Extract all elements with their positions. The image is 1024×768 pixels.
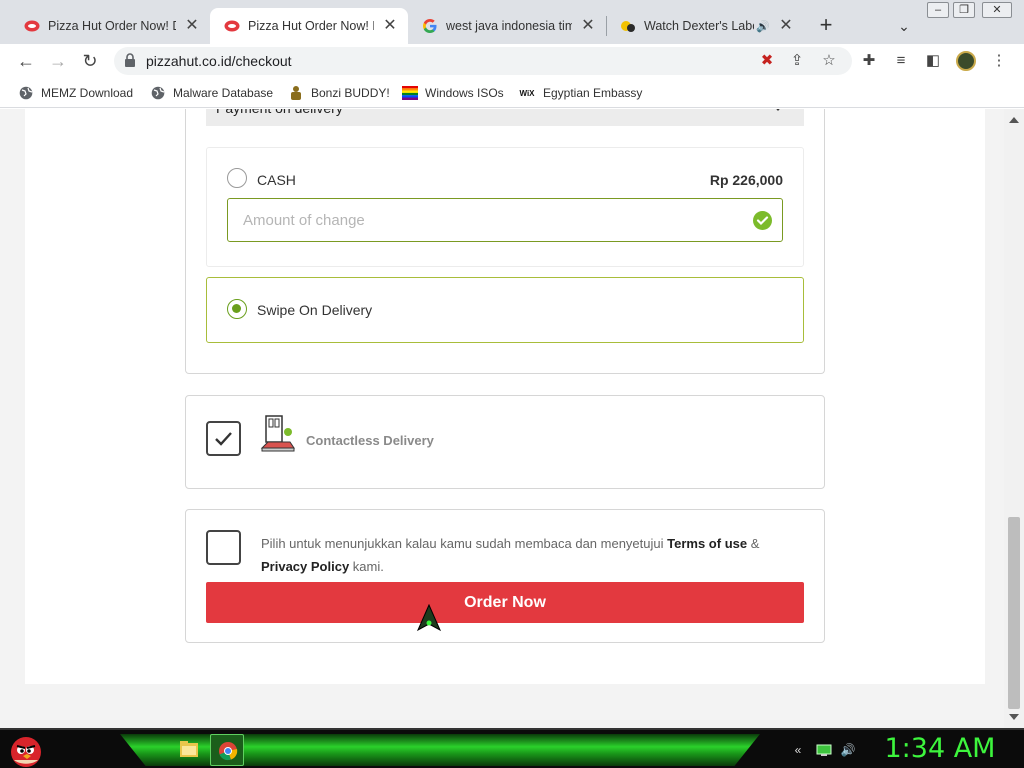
media-control-icon[interactable]: ≡ [892, 52, 910, 70]
close-tab-icon[interactable]: ✕ [578, 16, 598, 36]
reload-icon[interactable]: ↻ [78, 49, 102, 73]
terms-order-card: Pilih untuk menunjukkan kalau kamu sudah… [185, 509, 825, 643]
scroll-up-arrow-icon[interactable] [1009, 117, 1019, 123]
taskbar: « 🔊 1:34 AM [0, 728, 1024, 768]
side-panel-icon[interactable]: ◧ [924, 52, 942, 70]
tray-chevron-icon[interactable]: « [790, 742, 806, 758]
close-tab-icon[interactable]: ✕ [776, 16, 796, 36]
bookmark-malware-database[interactable]: Malware Database [150, 85, 273, 101]
video-site-icon [620, 18, 636, 34]
menu-kebab-icon[interactable]: ⋮ [990, 52, 1008, 70]
amount-of-change-input[interactable]: Amount of change [227, 198, 783, 242]
tab-dexters-lab[interactable]: Watch Dexter's Labora 🔊 ✕ [606, 8, 804, 44]
volume-icon[interactable]: 🔊 [840, 742, 856, 758]
payment-header: Payment on delivery [216, 109, 343, 117]
cash-option: CASH Rp 226,000 Amount of change [206, 147, 804, 267]
cash-label: CASH [257, 172, 296, 188]
tab-pizza-hut-1[interactable]: Pizza Hut Order Now! De ✕ [10, 8, 210, 44]
globe-icon [150, 85, 166, 101]
start-angry-bird-icon[interactable] [4, 730, 48, 768]
bookmark-label: Malware Database [173, 86, 274, 100]
swipe-radio[interactable] [227, 299, 247, 319]
tab-title: Pizza Hut Order Now! De [48, 19, 176, 33]
pizza-hut-icon [224, 18, 240, 34]
bookmark-label: MEMZ Download [41, 86, 134, 100]
blocked-content-icon[interactable]: ✖ [758, 52, 776, 70]
terms-of-use-link[interactable]: Terms of use [667, 536, 747, 551]
payment-card: Payment on delivery CASH Rp 226,000 Amou… [185, 109, 825, 374]
tab-search-chevron-down-icon[interactable]: ⌄ [894, 14, 914, 38]
terms-amp: & [750, 536, 760, 551]
rainbow-flag-icon [402, 85, 418, 101]
pizza-hut-icon [24, 18, 40, 34]
bookmark-label: Bonzi BUDDY! [311, 86, 390, 100]
door-delivery-icon [260, 414, 298, 454]
page-viewport: Payment on delivery CASH Rp 226,000 Amou… [0, 109, 1004, 728]
order-now-button[interactable]: Order Now [206, 582, 804, 623]
bookmark-label: Windows ISOs [425, 86, 504, 100]
cash-radio[interactable] [227, 168, 247, 188]
bonzi-icon [288, 85, 304, 101]
new-tab-button[interactable]: + [814, 14, 838, 38]
bookmark-egyptian-embassy[interactable]: WiX Egyptian Embassy [518, 85, 642, 101]
share-icon[interactable]: ⇪ [788, 52, 806, 70]
extensions-puzzle-icon[interactable]: ✚ [860, 52, 878, 70]
change-placeholder: Amount of change [243, 212, 365, 229]
privacy-policy-link[interactable]: Privacy Policy [261, 559, 349, 574]
bookmark-windows-isos[interactable]: Windows ISOs [402, 85, 504, 101]
mouse-cursor-icon [416, 604, 442, 632]
checkout-page: Payment on delivery CASH Rp 226,000 Amou… [25, 109, 985, 684]
bookmark-star-icon[interactable]: ☆ [820, 52, 838, 70]
url-text[interactable]: pizzahut.co.id/checkout [146, 53, 292, 69]
globe-icon [18, 85, 34, 101]
minimize-button[interactable]: – [927, 2, 949, 18]
swipe-on-delivery-option[interactable]: Swipe On Delivery [206, 277, 804, 343]
google-icon [422, 18, 438, 34]
wix-icon: WiX [519, 88, 535, 98]
tab-title: Watch Dexter's Labora [644, 19, 754, 33]
screen: { "browser": { "tabs": [ {"title": "Pizz… [0, 0, 1024, 768]
valid-check-icon [753, 211, 772, 230]
back-arrow-icon[interactable]: ← [14, 49, 38, 73]
bookmark-label: Egyptian Embassy [543, 86, 643, 100]
tab-pizza-hut-2[interactable]: Pizza Hut Order Now! De ✕ [210, 8, 408, 44]
caret-down-icon[interactable] [772, 109, 784, 111]
close-tab-icon[interactable]: ✕ [380, 16, 400, 36]
bookmark-bonzi-buddy[interactable]: Bonzi BUDDY! [288, 85, 390, 101]
scroll-down-arrow-icon[interactable] [1009, 714, 1019, 720]
maximize-button[interactable]: ❐ [953, 2, 975, 18]
contactless-card: Contactless Delivery [185, 395, 825, 489]
terms-checkbox[interactable] [206, 530, 241, 565]
cash-amount: Rp 226,000 [709, 172, 783, 188]
chrome-taskbar-icon[interactable] [210, 734, 244, 766]
close-tab-icon[interactable]: ✕ [182, 16, 202, 36]
tab-title: Pizza Hut Order Now! De [248, 19, 374, 33]
audio-playing-icon[interactable]: 🔊 [756, 20, 770, 33]
contactless-label: Contactless Delivery [306, 433, 434, 448]
lock-icon[interactable] [124, 53, 136, 67]
terms-text: Pilih untuk menunjukkan kalau kamu sudah… [261, 532, 801, 578]
scroll-thumb[interactable] [1008, 517, 1020, 709]
swipe-label: Swipe On Delivery [257, 302, 373, 318]
forward-arrow-icon[interactable]: → [46, 49, 70, 73]
tab-google-search[interactable]: west java indonesia time ✕ [408, 8, 606, 44]
taskbar-clock[interactable]: 1:34 AM [870, 733, 1010, 764]
file-explorer-icon[interactable] [172, 734, 206, 766]
bookmark-memz[interactable]: MEMZ Download [18, 85, 133, 101]
close-window-button[interactable]: ✕ [982, 2, 1012, 18]
network-icon[interactable] [816, 742, 832, 758]
page-scrollbar[interactable] [1004, 109, 1024, 728]
terms-suffix: kami. [352, 559, 384, 574]
terms-prefix: Pilih untuk menunjukkan kalau kamu sudah… [261, 536, 664, 551]
profile-avatar[interactable] [956, 51, 976, 71]
contactless-checkbox[interactable] [206, 421, 241, 456]
payment-method-dropdown[interactable]: Payment on delivery [206, 109, 804, 126]
tab-title: west java indonesia time [446, 19, 572, 33]
tab-strip: – ❐ ✕ Pizza Hut Order Now! De ✕ Pizza Hu… [0, 0, 1024, 44]
